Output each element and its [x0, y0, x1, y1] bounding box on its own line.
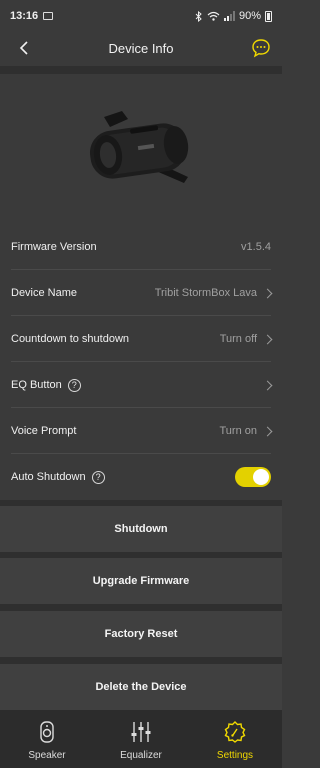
- speaker-product-image: [89, 111, 189, 183]
- equalizer-icon: [131, 722, 151, 742]
- chat-bubble-icon: [252, 39, 270, 58]
- status-bar: 13:16 90%: [0, 0, 282, 32]
- settings-icon: [224, 721, 246, 743]
- eq-button-label: EQ Button: [11, 379, 62, 391]
- section-gap: [0, 657, 282, 664]
- voice-prompt-row[interactable]: Voice Prompt Turn on: [0, 408, 282, 454]
- back-button[interactable]: [14, 38, 34, 58]
- firmware-version-value: v1.5.4: [241, 241, 271, 253]
- tab-settings-label: Settings: [216, 750, 254, 761]
- device-name-row[interactable]: Device Name Tribit StormBox Lava: [0, 270, 282, 316]
- header-separator: [0, 66, 282, 74]
- device-name-label: Device Name: [11, 287, 78, 299]
- wifi-icon: [207, 11, 220, 21]
- auto-shutdown-label-wrap: Auto Shutdown ?: [11, 470, 105, 484]
- countdown-shutdown-row[interactable]: Countdown to shutdown Turn off: [0, 316, 282, 362]
- chevron-left-icon: [19, 41, 28, 55]
- voice-prompt-value: Turn on: [219, 425, 257, 437]
- auto-shutdown-label: Auto Shutdown: [11, 471, 86, 483]
- countdown-shutdown-value: Turn off: [219, 333, 257, 345]
- section-gap: [0, 604, 282, 611]
- factory-reset-button[interactable]: Factory Reset: [0, 611, 282, 657]
- eq-button-value-wrap: [262, 380, 273, 390]
- chevron-right-icon: [262, 426, 273, 436]
- status-time: 13:16: [10, 10, 39, 22]
- countdown-value-wrap: Turn off: [219, 333, 273, 345]
- help-icon[interactable]: ?: [91, 470, 105, 484]
- battery-percent: 90%: [238, 10, 261, 22]
- top-nav: Device Info: [0, 32, 282, 64]
- shutdown-button[interactable]: Shutdown: [0, 506, 282, 552]
- firmware-version-row: Firmware Version v1.5.4: [0, 224, 282, 270]
- chevron-right-icon: [262, 380, 273, 390]
- speaker-icon: [40, 721, 54, 743]
- eq-button-row[interactable]: EQ Button ?: [0, 362, 282, 408]
- support-chat-button[interactable]: [250, 37, 272, 59]
- help-icon[interactable]: ?: [67, 378, 81, 392]
- signal-icon: [223, 11, 235, 21]
- voice-prompt-value-wrap: Turn on: [219, 425, 273, 437]
- tab-equalizer-label: Equalizer: [120, 750, 162, 761]
- device-name-value-wrap: Tribit StormBox Lava: [154, 287, 273, 299]
- auto-shutdown-row: Auto Shutdown ?: [0, 454, 282, 500]
- page-title: Device Info: [108, 40, 174, 56]
- upgrade-firmware-button[interactable]: Upgrade Firmware: [0, 558, 282, 604]
- battery-icon: [265, 10, 272, 22]
- delete-device-button[interactable]: Delete the Device: [0, 664, 282, 710]
- auto-shutdown-toggle[interactable]: [235, 467, 271, 487]
- gallery-notification-icon: [43, 12, 54, 20]
- toggle-knob: [253, 469, 269, 485]
- tab-settings[interactable]: Settings: [188, 710, 282, 768]
- device-name-value: Tribit StormBox Lava: [154, 287, 257, 299]
- eq-button-label-wrap: EQ Button ?: [11, 378, 81, 392]
- firmware-version-label: Firmware Version: [11, 241, 97, 253]
- chevron-right-icon: [262, 334, 273, 344]
- status-indicators: 90%: [195, 10, 272, 22]
- tab-speaker-label: Speaker: [28, 750, 66, 761]
- tab-speaker[interactable]: Speaker: [0, 710, 94, 768]
- chevron-right-icon: [262, 288, 273, 298]
- bluetooth-icon: [195, 10, 202, 22]
- voice-prompt-label: Voice Prompt: [11, 425, 77, 437]
- tab-equalizer[interactable]: Equalizer: [94, 710, 188, 768]
- bottom-tab-bar: Speaker Equalizer Settings: [0, 710, 282, 768]
- device-settings-list: Firmware Version v1.5.4 Device Name Trib…: [0, 224, 282, 500]
- countdown-shutdown-label: Countdown to shutdown: [11, 333, 130, 345]
- speaker-image: [0, 74, 282, 224]
